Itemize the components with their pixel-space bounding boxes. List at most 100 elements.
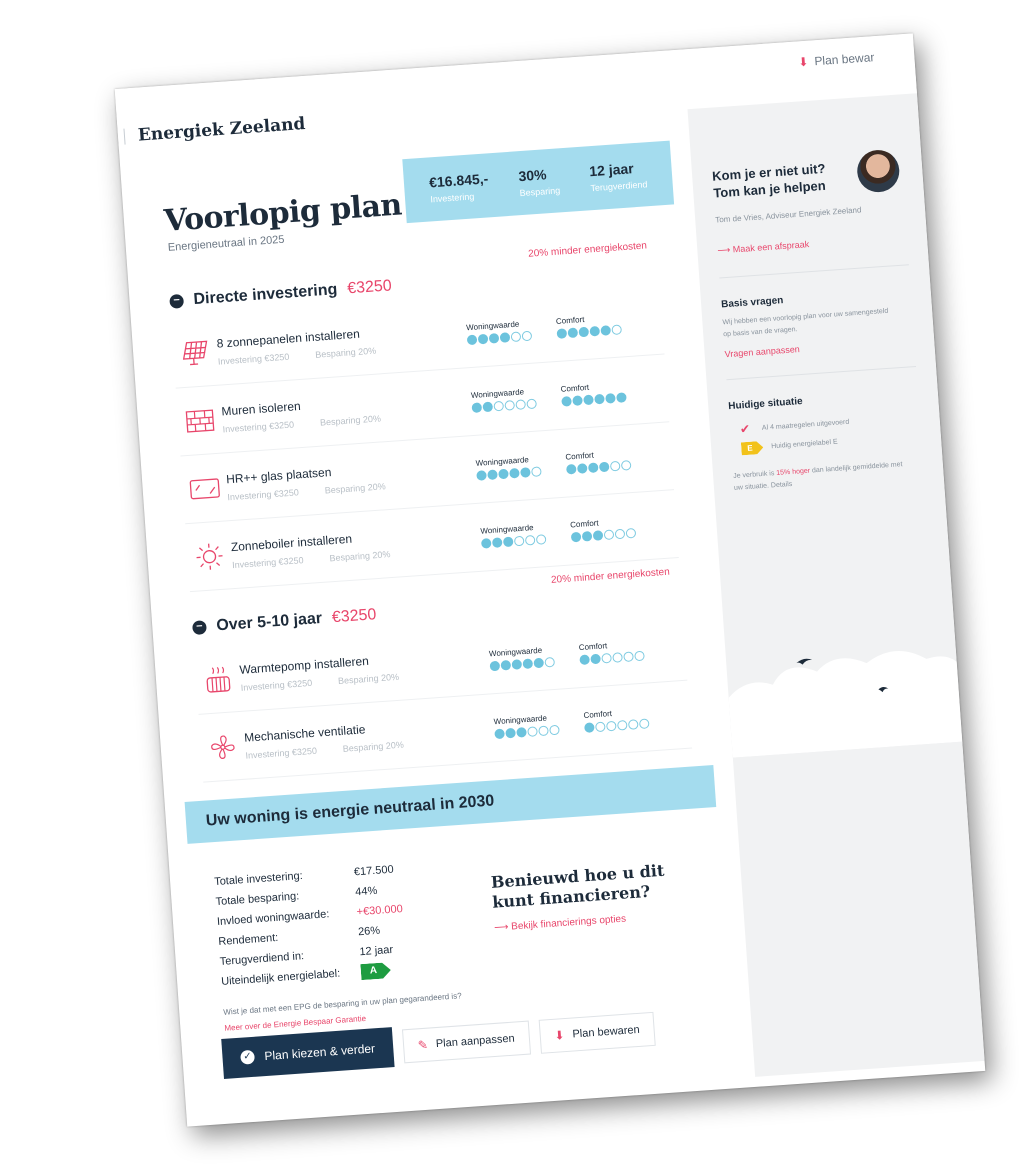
checkmark-icon: ✔	[739, 421, 751, 437]
sun-icon	[186, 535, 233, 578]
brand-separator	[123, 128, 126, 145]
cloud-shape	[728, 650, 963, 758]
rating-dot	[491, 536, 503, 548]
pencil-icon: ✎	[417, 1037, 429, 1053]
woningwaarde-rating: Woningwaarde	[466, 316, 557, 345]
summary-value: 44%	[354, 884, 378, 899]
cloud-illustration	[728, 650, 963, 758]
rating-dot	[556, 327, 568, 339]
rating-dot	[590, 653, 601, 664]
rating-dots	[466, 328, 557, 345]
comfort-rating: Comfort	[570, 514, 661, 542]
heat-pump-icon	[195, 657, 242, 700]
section-title: Directe investering	[192, 281, 338, 309]
rating-dot	[520, 466, 531, 478]
choose-plan-label: Plan kiezen & verder	[264, 1041, 376, 1064]
collapse-icon[interactable]: −	[191, 620, 207, 636]
page-title: Voorlopig plan	[162, 187, 403, 240]
rating-dot	[638, 717, 650, 729]
financing-block: Benieuwd hoe u dit kunt financieren? ⟶ B…	[490, 859, 694, 934]
rating-dot	[487, 468, 498, 480]
rating-dot	[511, 658, 523, 670]
arrow-right-icon: ⟶	[493, 921, 512, 934]
rating-dot	[498, 468, 509, 479]
measure-text: Muren isoleren Investering €3250 Besparing…	[221, 387, 472, 433]
section-amount: €3250	[346, 277, 393, 298]
rating-dot	[611, 323, 623, 335]
rating-dot	[477, 333, 489, 344]
download-icon: ⬇	[797, 54, 809, 70]
measure-saving: Besparing 20%	[329, 548, 391, 563]
measure-text: Mechanische ventilatie Investering €3250 B…	[244, 713, 495, 760]
financing-link[interactable]: ⟶ Bekijk financierings opties	[494, 909, 694, 934]
rating-dots	[471, 396, 561, 413]
rating-dots	[476, 464, 566, 481]
stat-saving: 30% Besparing	[518, 165, 561, 198]
rating-dot	[576, 462, 588, 474]
summary-key: Uiteindelijk energielabel:	[220, 967, 341, 988]
measure-investment: Investering €3250	[231, 554, 304, 570]
collapse-icon[interactable]: −	[169, 293, 185, 309]
rating-dot	[533, 657, 545, 668]
usage-prefix: Je verbruik is	[732, 469, 777, 480]
rating-dot	[583, 394, 594, 405]
download-icon: ⬇	[554, 1028, 566, 1043]
rating-dots	[579, 648, 669, 665]
rating-dot	[510, 330, 522, 342]
edit-plan-button[interactable]: ✎ Plan aanpassen	[401, 1020, 531, 1064]
usage-highlight: 15% hoger	[776, 467, 811, 477]
rating-dot	[482, 401, 494, 412]
rating-dot	[522, 657, 534, 669]
woningwaarde-rating: Woningwaarde	[489, 643, 580, 671]
rating-dot	[592, 529, 604, 541]
rating-dot	[634, 650, 645, 661]
epg-question: Wist je dat met een EPG de besparing in …	[223, 991, 462, 1017]
check-icon: ✓	[240, 1049, 256, 1065]
rating-dot	[531, 465, 542, 477]
woningwaarde-rating: Woningwaarde	[475, 452, 566, 481]
rating-dot	[561, 395, 572, 407]
comfort-rating: Comfort	[583, 704, 674, 733]
summary-value: 12 jaar	[359, 943, 394, 959]
rating-dot	[601, 652, 612, 664]
rating-dot	[509, 467, 520, 479]
stat-label: Besparing	[519, 185, 561, 199]
rating-dot	[620, 459, 632, 471]
financing-link-label: Bekijk financierings opties	[510, 913, 627, 933]
rating-dot	[504, 399, 516, 411]
rating-dot	[521, 330, 533, 341]
measure-list: Warmtepomp installeren Investering €3250 B…	[193, 612, 693, 783]
woningwaarde-rating: Woningwaarde	[480, 520, 571, 549]
rating-dot	[600, 324, 612, 336]
save-plan-button[interactable]: ⬇ Plan bewaren	[538, 1011, 656, 1054]
measure-saving: Besparing 20%	[337, 671, 400, 686]
financing-title: Benieuwd hoe u dit kunt financieren?	[490, 860, 665, 912]
rating-dot	[603, 528, 615, 540]
measure-text: Warmtepomp installeren Investering €3250 B…	[239, 645, 490, 692]
rating-dot	[572, 394, 583, 406]
rating-dot	[471, 401, 483, 413]
rating-dot	[605, 392, 616, 404]
rating-dot	[609, 460, 621, 472]
measure-text: 8 zonnepanelen installeren Investering €3…	[216, 319, 467, 366]
stat-label: Investering	[430, 191, 475, 205]
rating-dot	[513, 535, 525, 546]
rating-dot	[500, 659, 512, 671]
rating-dot	[538, 724, 549, 736]
measure-saving: Besparing 20%	[314, 345, 377, 360]
rating-dot	[589, 325, 601, 337]
rating-dot	[493, 400, 505, 411]
stat-value: 30%	[517, 166, 548, 185]
top-save-button[interactable]: ⬇ Plan bewar	[798, 50, 875, 69]
stat-value: 12 jaar	[588, 160, 635, 180]
rating-dot	[480, 537, 492, 549]
summary-value: €17.500	[353, 863, 395, 879]
measure-saving: Besparing 20%	[319, 412, 382, 428]
rating-dot	[488, 332, 500, 344]
rating-dot	[587, 461, 599, 473]
measure-investment: Investering €3250	[227, 486, 300, 502]
measure-investment: Investering €3250	[245, 745, 318, 761]
summary-value: 26%	[357, 924, 381, 939]
arrow-right-icon: ⟶	[717, 244, 734, 256]
rating-dot	[526, 398, 537, 409]
